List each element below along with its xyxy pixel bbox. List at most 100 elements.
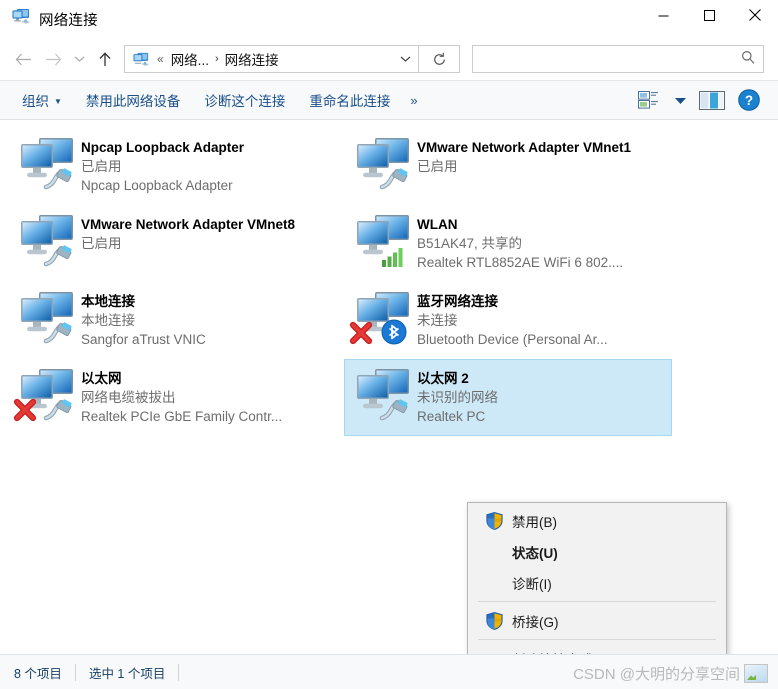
selection-count-label: 选中 1 个项目	[88, 666, 166, 681]
search-box[interactable]	[472, 45, 764, 73]
connection-device: Realtek PC	[417, 409, 486, 424]
network-connections-window: 网络连接 « 网络... › 网络连接 组织 ▼ 禁用此网络设备 诊断这个连接 …	[0, 0, 778, 689]
toolbar-overflow-button[interactable]: »	[402, 93, 424, 108]
breadcrumb-item-0[interactable]: 网络...	[169, 49, 211, 69]
network-connections-icon	[12, 8, 31, 30]
connection-cell: WLAN B51AK47, 共享的 Realtek RTL8852AE WiFi 6…	[340, 205, 676, 282]
context-menu-label: 创建快捷方式(S)	[510, 649, 611, 655]
connection-cell: 以太网网络电缆被拔出 Realtek PCIe GbE Family Contr.…	[4, 359, 340, 436]
connection-text-block: 以太网网络电缆被拔出 Realtek PCIe GbE Family Contr.…	[81, 366, 327, 426]
watermark-text: CSDN @大明的分享空间	[573, 666, 740, 683]
connection-item[interactable]: 以太网 2 未识别的网络 Realtek PC	[344, 359, 672, 436]
connection-device: Bluetooth Device (Personal Ar...	[417, 332, 608, 347]
context-menu: 禁用(B)状态(U)诊断(I) 桥接(G)创建快捷方式(S) 删除(D) 重命名…	[467, 502, 727, 654]
connection-text-block: Npcap Loopback Adapter 已启用 Npcap Loopback …	[81, 135, 327, 195]
diagnose-connection-button[interactable]: 诊断这个连接	[192, 87, 297, 113]
recent-locations-button[interactable]	[68, 44, 90, 74]
rename-connection-button[interactable]: 重命名此连接	[297, 87, 402, 113]
context-menu-item[interactable]: 桥接(G)	[468, 605, 726, 636]
connection-name: Npcap Loopback Adapter	[81, 140, 245, 155]
window-controls	[640, 0, 778, 30]
watermark: CSDN @大明的分享空间	[573, 663, 768, 684]
connection-text-block: VMware Network Adapter VMnet8 已启用	[81, 212, 327, 253]
title-bar: 网络连接	[0, 0, 778, 38]
search-input[interactable]	[481, 50, 741, 68]
status-divider-2	[178, 663, 180, 681]
connection-name: 以太网	[81, 371, 122, 386]
lan-adapter-icon	[15, 212, 81, 272]
connection-status: B51AK47, 共享的	[417, 236, 523, 251]
connection-text-block: 以太网 2 未识别的网络 Realtek PC	[417, 366, 663, 426]
connection-name: WLAN	[417, 217, 458, 232]
minimize-button[interactable]	[640, 0, 686, 30]
address-dropdown-icon[interactable]	[392, 55, 418, 63]
connection-item[interactable]: 以太网网络电缆被拔出 Realtek PCIe GbE Family Contr.…	[8, 359, 336, 436]
close-button[interactable]	[732, 0, 778, 30]
organize-button[interactable]: 组织 ▼	[10, 87, 74, 113]
up-button[interactable]	[90, 44, 120, 74]
connection-text-block: 本地连接 本地连接 Sangfor aTrust VNIC	[81, 289, 327, 349]
breadcrumb-chevron: ›	[214, 53, 219, 65]
search-icon	[741, 50, 755, 69]
connection-item[interactable]: WLAN B51AK47, 共享的 Realtek RTL8852AE WiFi 6…	[344, 205, 672, 282]
uac-shield-icon	[478, 511, 510, 531]
connection-device: Realtek PCIe GbE Family Contr...	[81, 409, 283, 424]
connection-text-block: VMware Network Adapter VMnet1 已启用	[417, 135, 663, 176]
change-view-button[interactable]	[633, 86, 667, 114]
refresh-button[interactable]	[419, 45, 460, 73]
connection-cell: VMware Network Adapter VMnet1 已启用	[340, 128, 676, 205]
context-menu-item[interactable]: 创建快捷方式(S)	[468, 643, 726, 655]
address-bar: « 网络... › 网络连接	[0, 38, 778, 80]
view-dropdown-button[interactable]	[669, 86, 692, 114]
connection-status: 已启用	[81, 159, 122, 174]
connection-item[interactable]: 本地连接 本地连接 Sangfor aTrust VNIC	[8, 282, 336, 359]
connection-status: 本地连接	[81, 313, 135, 328]
connection-status: 未连接	[417, 313, 458, 328]
context-menu-separator	[478, 601, 716, 602]
connection-name: VMware Network Adapter VMnet8	[81, 217, 296, 232]
lan-adapter-icon	[15, 135, 81, 195]
disable-device-button[interactable]: 禁用此网络设备	[74, 87, 193, 113]
uac-shield-icon	[478, 611, 510, 631]
connection-status: 网络电缆被拔出	[81, 390, 176, 405]
context-menu-item[interactable]: 禁用(B)	[468, 505, 726, 536]
connection-item[interactable]: VMware Network Adapter VMnet1 已启用	[344, 128, 672, 205]
breadcrumb-item-1[interactable]: 网络连接	[223, 49, 281, 69]
preview-pane-button[interactable]	[694, 86, 730, 114]
connection-cell: 本地连接 本地连接 Sangfor aTrust VNIC	[4, 282, 340, 359]
forward-button[interactable]	[38, 44, 68, 74]
context-menu-separator	[478, 639, 716, 640]
toolbar-right-group: ?	[633, 86, 768, 114]
context-menu-label: 诊断(I)	[512, 576, 552, 592]
connection-name: 蓝牙网络连接	[417, 294, 498, 309]
item-count-label: 8 个项目	[14, 666, 62, 681]
connection-item[interactable]: 蓝牙网络连接 未连接 Bluetooth Device (Personal Ar..…	[344, 282, 672, 359]
status-divider	[74, 663, 76, 681]
lan-adapter-icon	[13, 366, 81, 426]
organize-label: 组织	[22, 94, 49, 109]
connection-item[interactable]: VMware Network Adapter VMnet8 已启用	[8, 205, 336, 282]
connection-item[interactable]: Npcap Loopback Adapter 已启用 Npcap Loopback …	[8, 128, 336, 205]
connection-device: Npcap Loopback Adapter	[81, 178, 233, 193]
connection-name: 以太网 2	[417, 371, 469, 386]
help-button[interactable]: ?	[732, 86, 766, 114]
back-button[interactable]	[8, 44, 38, 74]
context-menu-label: 状态(U)	[512, 545, 558, 561]
connection-text-block: WLAN B51AK47, 共享的 Realtek RTL8852AE WiFi 6…	[417, 212, 663, 272]
lan-adapter-icon	[351, 212, 417, 272]
connection-cell: Npcap Loopback Adapter 已启用 Npcap Loopback …	[4, 128, 340, 205]
svg-text:?: ?	[745, 93, 753, 108]
address-breadcrumb-box[interactable]: « 网络... › 网络连接	[124, 45, 419, 73]
watermark-image-icon	[744, 664, 768, 683]
context-menu-label: 禁用(B)	[512, 514, 557, 530]
connection-status: 未识别的网络	[417, 390, 498, 405]
command-toolbar: 组织 ▼ 禁用此网络设备 诊断这个连接 重命名此连接 » ?	[0, 80, 778, 120]
connection-status: 已启用	[81, 236, 122, 251]
maximize-button[interactable]	[686, 0, 732, 30]
connection-cell: 以太网 2 未识别的网络 Realtek PC	[340, 359, 676, 436]
connection-cell: 蓝牙网络连接 未连接 Bluetooth Device (Personal Ar..…	[340, 282, 676, 359]
context-menu-item[interactable]: 诊断(I)	[468, 567, 726, 598]
context-menu-item[interactable]: 状态(U)	[468, 536, 726, 567]
connections-list-area: Npcap Loopback Adapter 已启用 Npcap Loopback …	[0, 120, 778, 654]
breadcrumb-overflow[interactable]: «	[152, 52, 169, 66]
